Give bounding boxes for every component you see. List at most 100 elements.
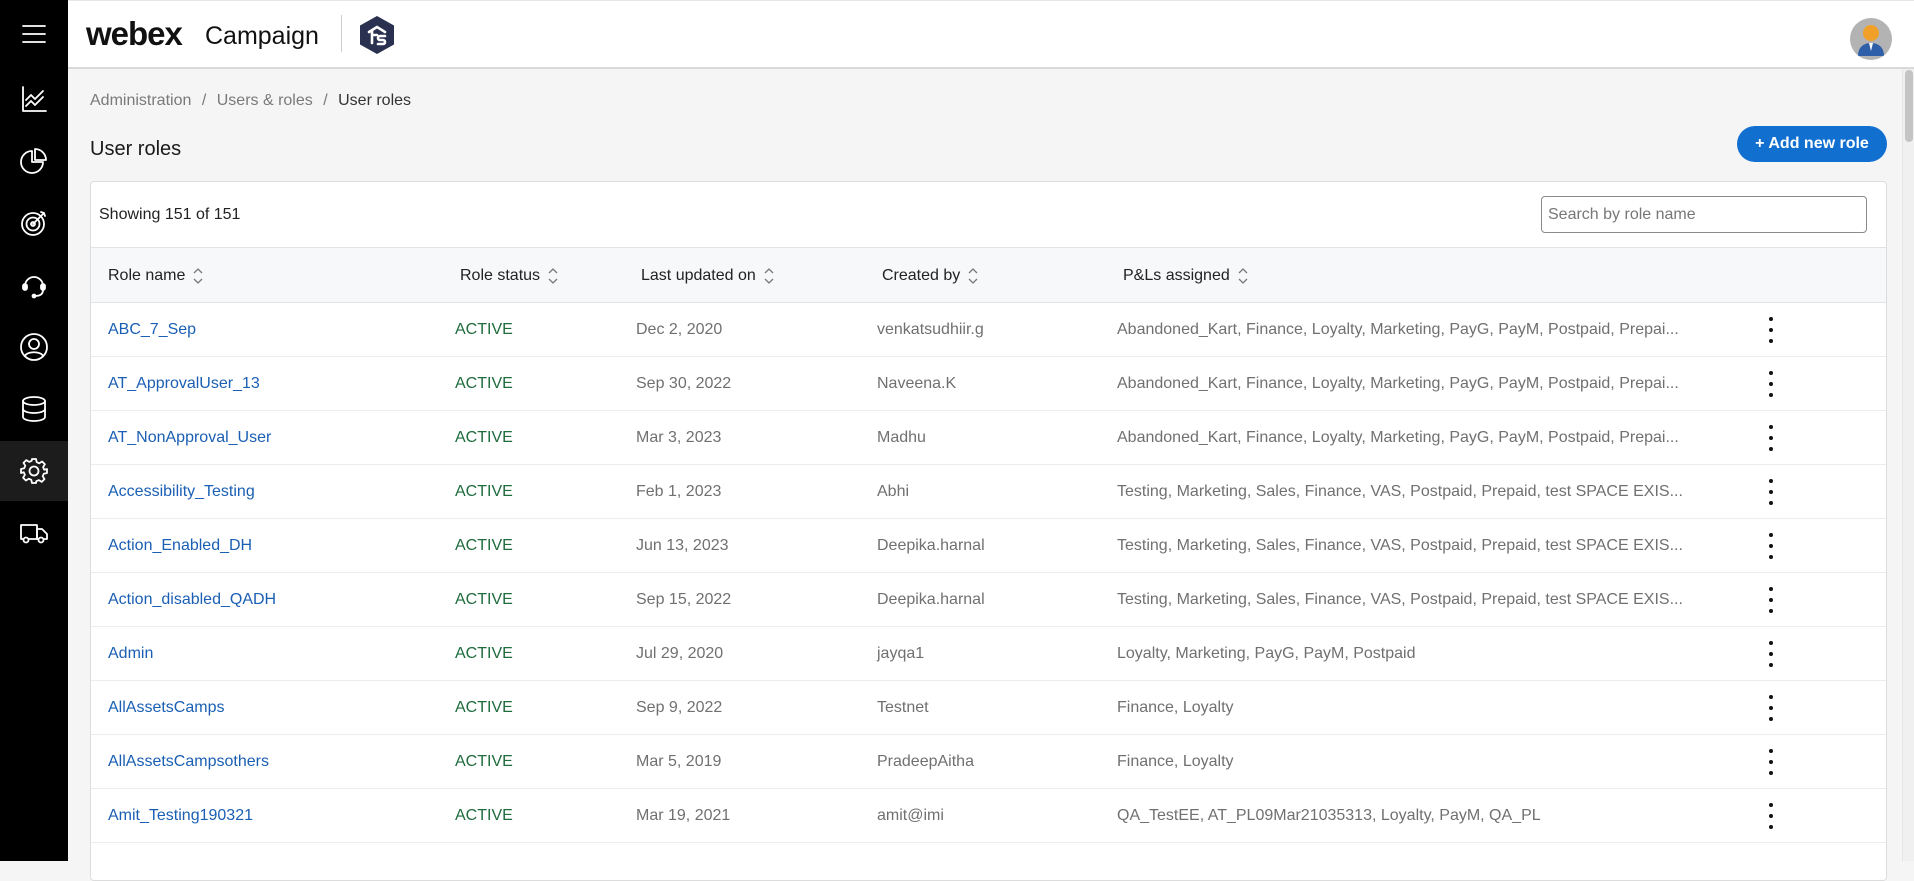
sort-icon	[968, 267, 978, 285]
row-actions-button[interactable]	[1756, 411, 1786, 464]
created-by: Deepika.harnal	[877, 590, 985, 608]
hamburger-menu-button[interactable]	[0, 4, 68, 64]
column-label: Created by	[882, 266, 961, 284]
user-avatar-icon	[1858, 25, 1884, 56]
pls-assigned: Abandoned_Kart, Finance, Loyalty, Market…	[1117, 374, 1679, 392]
role-status: ACTIVE	[455, 590, 513, 608]
column-header-role-status[interactable]: Role status	[460, 248, 558, 303]
table-row: Amit_Testing190321 ACTIVE Mar 19, 2021 a…	[91, 789, 1886, 843]
sidebar-item-reports[interactable]	[0, 131, 68, 191]
sidebar-item-support[interactable]	[0, 255, 68, 315]
role-name-link[interactable]: Action_disabled_QADH	[108, 573, 276, 626]
column-label: Role name	[108, 266, 186, 284]
pls-assigned: Testing, Marketing, Sales, Finance, VAS,…	[1117, 482, 1683, 500]
column-header-pls-assigned[interactable]: P&Ls assigned	[1123, 248, 1248, 303]
table-row: ABC_7_Sep ACTIVE Dec 2, 2020 venkatsudhi…	[91, 303, 1886, 357]
created-by: Abhi	[877, 482, 910, 500]
created-by: venkatsudhiir.g	[877, 320, 984, 338]
row-actions-button[interactable]	[1756, 519, 1786, 572]
role-status: ACTIVE	[455, 320, 513, 338]
created-by: Madhu	[877, 428, 926, 446]
row-actions-button[interactable]	[1756, 465, 1786, 518]
table-row: Accessibility_Testing ACTIVE Feb 1, 2023…	[91, 465, 1886, 519]
row-actions-button[interactable]	[1756, 681, 1786, 734]
table-row: AllAssetsCampsothers ACTIVE Mar 5, 2019 …	[91, 735, 1886, 789]
role-status: ACTIVE	[455, 482, 513, 500]
role-name-link[interactable]: Action_Enabled_DH	[108, 519, 252, 572]
table-row: Action_Enabled_DH ACTIVE Jun 13, 2023 De…	[91, 519, 1886, 573]
sidebar-item-contacts[interactable]	[0, 317, 68, 377]
column-header-created-by[interactable]: Created by	[882, 248, 978, 303]
row-actions-button[interactable]	[1756, 357, 1786, 410]
database-icon	[22, 396, 46, 422]
sort-icon	[193, 267, 203, 285]
role-name-link[interactable]: AllAssetsCamps	[108, 681, 224, 734]
sidebar-item-campaigns[interactable]	[0, 193, 68, 253]
last-updated: Sep 15, 2022	[636, 590, 732, 608]
table-row: AT_ApprovalUser_13 ACTIVE Sep 30, 2022 N…	[91, 357, 1886, 411]
pls-assigned: Abandoned_Kart, Finance, Loyalty, Market…	[1117, 320, 1679, 338]
column-header-role-name[interactable]: Role name	[108, 248, 203, 303]
more-vertical-icon	[1769, 694, 1773, 721]
created-by: jayqa1	[877, 644, 925, 662]
truck-icon	[20, 524, 48, 544]
roles-table-card: Showing 151 of 151 Role name Role status…	[90, 181, 1887, 881]
page-scrollbar[interactable]	[1902, 69, 1914, 861]
breadcrumb-separator: /	[201, 92, 207, 109]
more-vertical-icon	[1769, 802, 1773, 829]
last-updated: Jul 29, 2020	[636, 644, 724, 662]
row-actions-button[interactable]	[1756, 627, 1786, 680]
more-vertical-icon	[1769, 532, 1773, 559]
search-role-input[interactable]	[1541, 196, 1867, 233]
role-name-link[interactable]: ABC_7_Sep	[108, 303, 196, 356]
last-updated: Dec 2, 2020	[636, 320, 723, 338]
more-vertical-icon	[1769, 748, 1773, 775]
role-name-link[interactable]: Accessibility_Testing	[108, 465, 255, 518]
table-row: AT_NonApproval_User ACTIVE Mar 3, 2023 M…	[91, 411, 1886, 465]
sidebar-item-settings[interactable]	[0, 441, 68, 501]
user-avatar[interactable]	[1850, 18, 1892, 60]
breadcrumb-users-roles[interactable]: Users & roles	[217, 92, 313, 109]
last-updated: Sep 30, 2022	[636, 374, 732, 392]
more-vertical-icon	[1769, 424, 1773, 451]
hamburger-menu-icon	[22, 25, 46, 43]
breadcrumb-administration[interactable]: Administration	[90, 92, 191, 109]
add-new-role-button[interactable]: + Add new role	[1737, 126, 1887, 162]
pls-assigned: Testing, Marketing, Sales, Finance, VAS,…	[1117, 590, 1683, 608]
role-name-link[interactable]: AT_ApprovalUser_13	[108, 357, 260, 410]
sidebar-item-analytics[interactable]	[0, 69, 68, 129]
column-label: Role status	[460, 266, 541, 284]
results-count: Showing 151 of 151	[99, 206, 241, 223]
sidebar-item-data[interactable]	[0, 379, 68, 439]
sort-icon	[548, 267, 558, 285]
role-name-link[interactable]: Admin	[108, 627, 153, 680]
row-actions-button[interactable]	[1756, 303, 1786, 356]
role-name-link[interactable]: AT_NonApproval_User	[108, 411, 271, 464]
pie-chart-icon	[20, 148, 47, 174]
gear-icon	[20, 458, 48, 484]
created-by: PradeepAitha	[877, 752, 974, 770]
last-updated: Jun 13, 2023	[636, 536, 729, 554]
role-name-link[interactable]: Amit_Testing190321	[108, 789, 253, 842]
last-updated: Mar 5, 2019	[636, 752, 722, 770]
ts-hexagon-logo-icon	[360, 16, 394, 54]
more-vertical-icon	[1769, 586, 1773, 613]
row-actions-button[interactable]	[1756, 573, 1786, 626]
row-actions-button[interactable]	[1756, 735, 1786, 788]
row-actions-button[interactable]	[1756, 789, 1786, 842]
headset-icon	[22, 276, 46, 299]
pls-assigned: Finance, Loyalty	[1117, 752, 1234, 770]
breadcrumb-separator: /	[323, 92, 328, 109]
created-by: Deepika.harnal	[877, 536, 985, 554]
pls-assigned: QA_TestEE, AT_PL09Mar21035313, Loyalty, …	[1117, 806, 1541, 824]
last-updated: Sep 9, 2022	[636, 698, 723, 716]
page-title: User roles	[90, 138, 182, 160]
scrollbar-thumb[interactable]	[1905, 70, 1913, 142]
column-header-last-updated[interactable]: Last updated on	[641, 248, 774, 303]
sidebar-item-delivery[interactable]	[0, 503, 68, 563]
user-circle-icon	[20, 333, 48, 361]
more-vertical-icon	[1769, 370, 1773, 397]
table-row: Admin ACTIVE Jul 29, 2020 jayqa1 Loyalty…	[91, 627, 1886, 681]
pls-assigned: Finance, Loyalty	[1117, 698, 1234, 716]
role-name-link[interactable]: AllAssetsCampsothers	[108, 735, 269, 788]
